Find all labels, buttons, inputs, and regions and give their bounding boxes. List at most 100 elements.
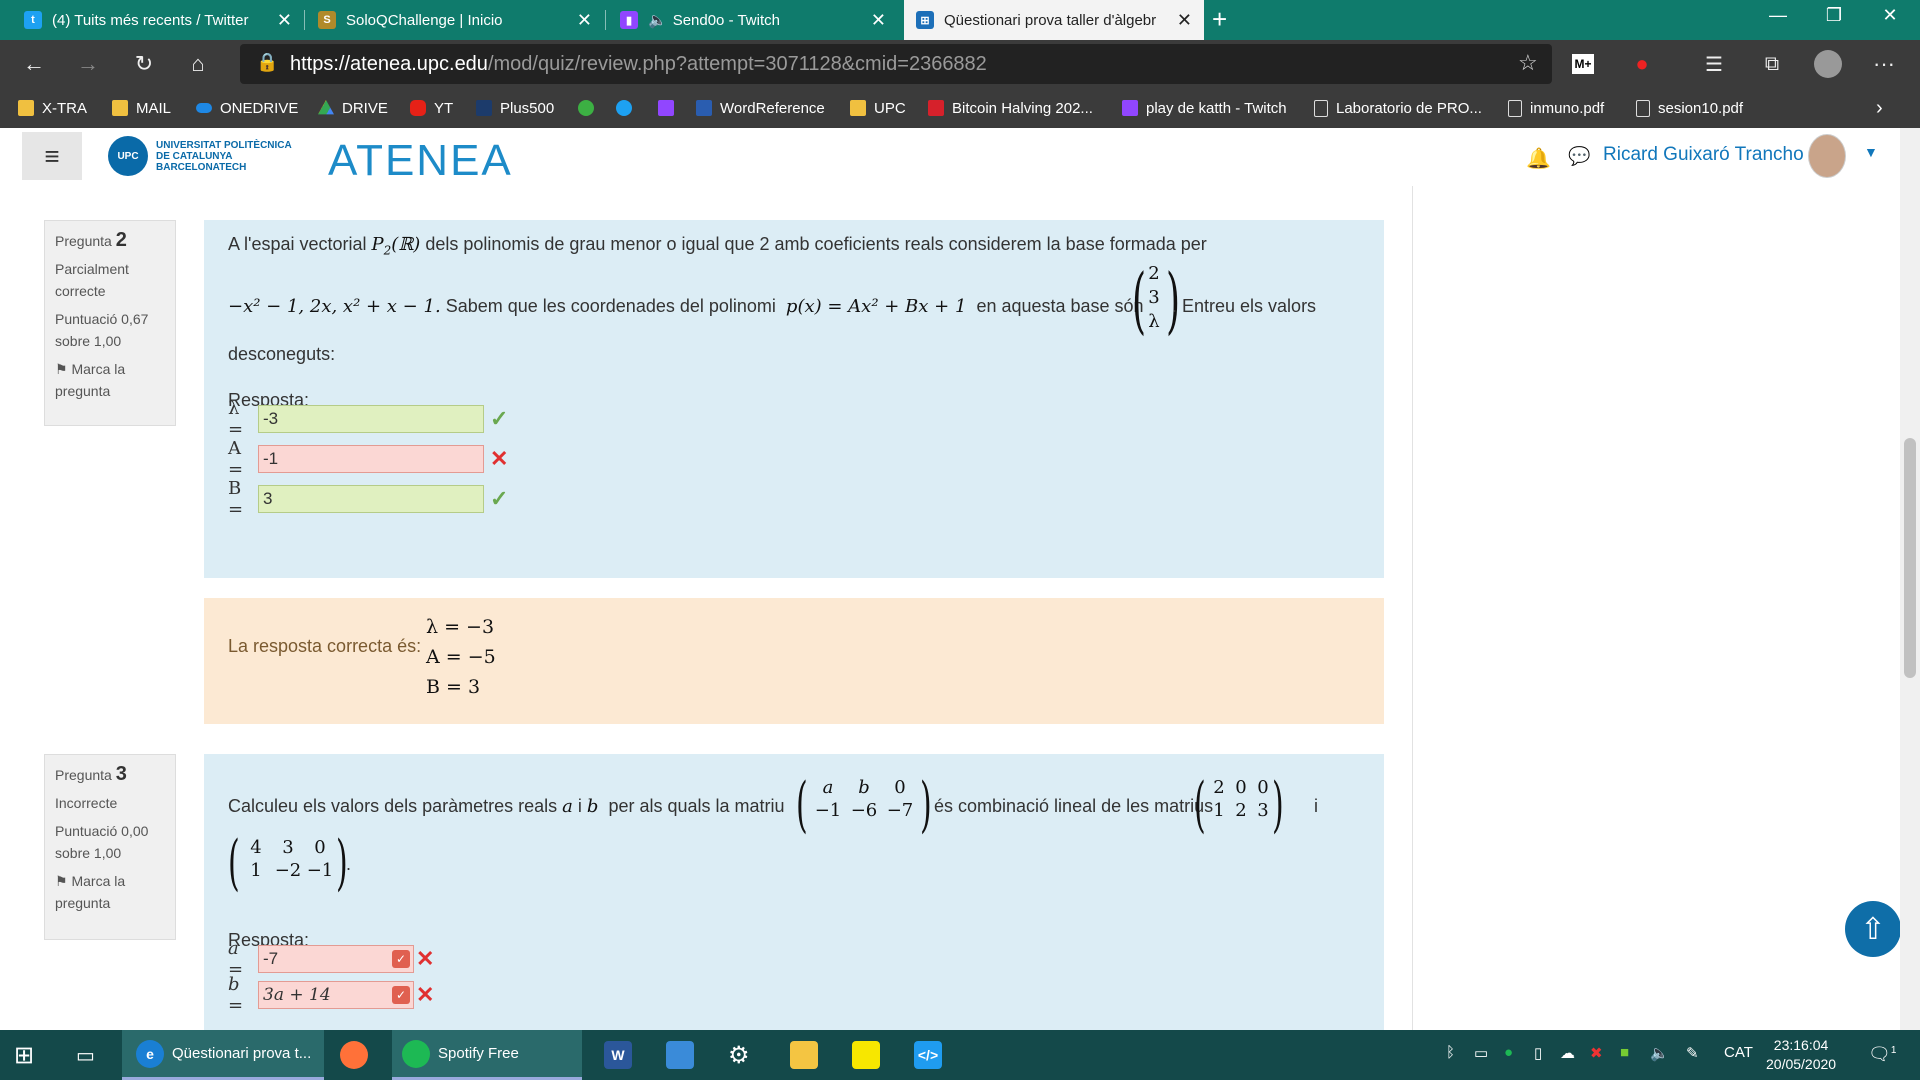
notifications-icon[interactable]: 🗨1: [1868, 1044, 1896, 1065]
contacts-icon: [666, 1041, 694, 1069]
bookmark-wordreference[interactable]: WordReference: [696, 98, 825, 118]
onedrive-tray-icon[interactable]: ☁: [1560, 1044, 1575, 1062]
drive-icon: [318, 100, 334, 115]
close-icon[interactable]: ✕: [577, 10, 592, 31]
taskbar-edge[interactable]: e Qüestionari prova t...: [122, 1030, 324, 1080]
math-preview-icon[interactable]: ✓: [392, 986, 410, 1004]
more-icon[interactable]: ···: [1866, 48, 1902, 80]
bell-icon[interactable]: 🔔: [1526, 146, 1551, 171]
answer-row: a = -7 ✓ ✕: [228, 938, 435, 980]
main-content: Pregunta 2 Parcialment correcte Puntuaci…: [0, 186, 1900, 1030]
flag-question[interactable]: ⚑ Marca la pregunta: [55, 870, 165, 914]
bookmark-onedrive[interactable]: ONEDRIVE: [196, 98, 298, 118]
taskbar-vscode[interactable]: </>: [914, 1030, 942, 1080]
user-name[interactable]: Ricard Guixaró Trancho: [1603, 144, 1804, 166]
math-preview-icon[interactable]: ✓: [392, 950, 410, 968]
clock[interactable]: 23:16:04 20/05/2020: [1766, 1036, 1836, 1074]
tab-twitch[interactable]: ▮ 🔈 Send0o - Twitch ✕: [608, 0, 898, 40]
minimize-button[interactable]: —: [1750, 0, 1806, 30]
b-input[interactable]: 3a + 14: [258, 981, 414, 1009]
error-tray-icon[interactable]: ✖: [1590, 1044, 1603, 1062]
question-text: −x² − 1, 2x, x² + x − 1. Sabem que les c…: [228, 296, 1144, 317]
settings-icon[interactable]: ⚙: [728, 1030, 750, 1080]
bookmark-yt[interactable]: YT: [410, 98, 453, 118]
pen-icon[interactable]: ✎: [1686, 1044, 1699, 1062]
refresh-icon[interactable]: ↻: [126, 48, 162, 80]
question-state: Incorrecte: [55, 795, 118, 811]
bookmark-mail[interactable]: MAIL: [112, 98, 171, 118]
bookmark-drive[interactable]: DRIVE: [318, 98, 388, 118]
task-view-icon[interactable]: ▭: [76, 1030, 95, 1080]
bookmark-twitter[interactable]: [616, 98, 640, 118]
forward-icon[interactable]: →: [70, 48, 106, 80]
extension-adblock-icon[interactable]: ●: [1624, 48, 1660, 80]
bookmark-upc[interactable]: UPC: [850, 98, 906, 118]
lambda-input[interactable]: -3: [258, 405, 484, 433]
close-icon[interactable]: ✕: [277, 10, 292, 31]
bookmark-inmuno[interactable]: inmuno.pdf: [1508, 98, 1604, 118]
bookmark-green[interactable]: [578, 98, 602, 118]
device-icon[interactable]: ▭: [1474, 1044, 1488, 1062]
taskbar-sticky-notes[interactable]: [852, 1030, 880, 1080]
profile-icon[interactable]: [1810, 48, 1846, 80]
url-text[interactable]: https://atenea.upc.edu/mod/quiz/review.p…: [290, 53, 987, 76]
maximize-button[interactable]: ❐: [1806, 0, 1862, 30]
close-window-button[interactable]: ✕: [1862, 0, 1918, 30]
bookmark-twitch[interactable]: [658, 98, 682, 118]
extension-movistar-icon[interactable]: M+: [1572, 54, 1594, 74]
twitter-icon: t: [24, 11, 42, 29]
nvidia-icon[interactable]: ■: [1620, 1044, 1629, 1061]
taskbar-word[interactable]: W: [604, 1030, 632, 1080]
b-input[interactable]: 3: [258, 485, 484, 513]
bookmark-xtra[interactable]: X-TRA: [18, 98, 87, 118]
star-icon[interactable]: ☆: [1518, 50, 1538, 76]
spotify-tray-icon[interactable]: ●: [1504, 1044, 1513, 1061]
collections-icon[interactable]: ⧉: [1754, 48, 1790, 80]
flag-question[interactable]: ⚑ Marca la pregunta: [55, 358, 165, 402]
bookmark-sesion10[interactable]: sesion10.pdf: [1636, 98, 1743, 118]
a-input[interactable]: -1: [258, 445, 484, 473]
answer-row: A = -1 ✕: [228, 438, 509, 480]
taskbar-firefox[interactable]: [340, 1030, 368, 1080]
home-icon[interactable]: ⌂: [180, 48, 216, 80]
close-icon[interactable]: ✕: [1177, 10, 1192, 31]
upc-logo[interactable]: UPC: [108, 136, 148, 176]
page-icon: [1508, 99, 1522, 117]
chevron-right-icon[interactable]: ›: [1876, 97, 1883, 119]
atenea-logo[interactable]: ATENEA: [328, 136, 513, 186]
scroll-to-top-button[interactable]: ⇧: [1845, 901, 1900, 957]
scrollbar-thumb[interactable]: [1904, 438, 1916, 678]
bookmark-katth-twitch[interactable]: play de katth - Twitch: [1122, 98, 1287, 118]
firefox-icon: [340, 1041, 368, 1069]
chat-icon[interactable]: 💬: [1568, 146, 1590, 167]
volume-icon[interactable]: 🔈: [1650, 1044, 1669, 1062]
tab-twitter[interactable]: t (4) Tuits més recents / Twitter ✕: [12, 0, 304, 40]
language-indicator[interactable]: CAT: [1724, 1044, 1753, 1061]
favorites-icon[interactable]: ☰: [1696, 48, 1732, 80]
avatar[interactable]: [1808, 134, 1846, 178]
bookmark-laboratorio[interactable]: Laboratorio de PRO...: [1314, 98, 1482, 118]
folder-icon: [850, 100, 866, 116]
soloq-icon: S: [318, 11, 336, 29]
bookmark-bitcoin[interactable]: Bitcoin Halving 202...: [928, 98, 1093, 118]
address-bar[interactable]: 🔒 https://atenea.upc.edu/mod/quiz/review…: [240, 44, 1552, 84]
usb-icon[interactable]: ▯: [1534, 1044, 1542, 1062]
matrix: ab0 −1 −6 −7: [814, 777, 914, 821]
speaker-icon[interactable]: 🔈: [648, 11, 667, 29]
taskbar-spotify[interactable]: Spotify Free: [392, 1030, 582, 1080]
bookmark-plus500[interactable]: Plus500: [476, 98, 554, 118]
cross-icon: ✕: [490, 446, 509, 471]
vertical-scrollbar[interactable]: [1900, 128, 1920, 1030]
new-tab-button[interactable]: +: [1212, 4, 1227, 35]
bluetooth-icon[interactable]: ᛒ: [1446, 1044, 1455, 1061]
a-input[interactable]: -7: [258, 945, 414, 973]
tab-atenea[interactable]: ⊞ Qüestionari prova taller d'àlgebr ✕: [904, 0, 1204, 40]
chevron-down-icon[interactable]: ▼: [1864, 144, 1878, 160]
back-icon[interactable]: ←: [16, 48, 52, 80]
tab-soloq[interactable]: S SoloQChallenge | Inicio ✕: [306, 0, 604, 40]
windows-start-icon[interactable]: ⊞: [14, 1030, 34, 1080]
menu-icon[interactable]: ≡: [22, 132, 82, 180]
taskbar-contacts[interactable]: [666, 1030, 694, 1080]
taskbar-explorer[interactable]: [790, 1030, 818, 1080]
close-icon[interactable]: ✕: [871, 10, 886, 31]
